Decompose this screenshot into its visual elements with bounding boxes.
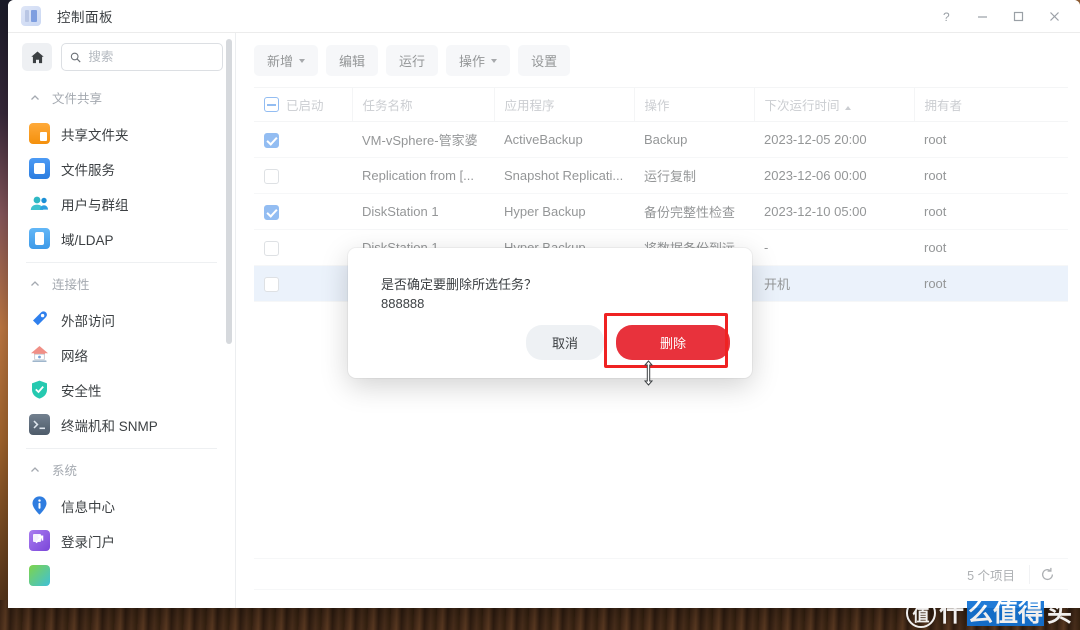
sidebar-item-users-groups[interactable]: 用户与群组 bbox=[8, 186, 235, 221]
shared-folder-icon bbox=[29, 123, 50, 144]
cancel-button[interactable]: 取消 bbox=[525, 325, 604, 360]
sidebar-item-external-access[interactable]: 外部访问 bbox=[8, 302, 235, 337]
delete-confirm-dialog: 是否确定要删除所选任务？ 888888 取消 删除 bbox=[348, 248, 752, 378]
help-icon[interactable]: ? bbox=[928, 0, 964, 32]
sidebar-item-label: 共享文件夹 bbox=[61, 127, 129, 143]
external-access-icon bbox=[29, 309, 50, 330]
network-icon bbox=[29, 344, 50, 365]
sidebar-group-file-sharing[interactable]: 文件共享 bbox=[8, 79, 235, 116]
watermark-text-b: 么值得 bbox=[966, 598, 1044, 627]
sidebar-item-label: 域/LDAP bbox=[61, 232, 114, 248]
chevron-up-icon bbox=[31, 94, 39, 100]
sidebar-item-security[interactable]: 安全性 bbox=[8, 372, 235, 407]
sidebar-group-connectivity[interactable]: 连接性 bbox=[8, 265, 235, 302]
chevron-up-icon bbox=[31, 466, 39, 472]
dialog-buttons: 取消 删除 bbox=[525, 325, 730, 360]
sidebar: 文件共享 共享文件夹 文件服务 用户与群组 域/LDAP bbox=[8, 33, 236, 608]
search-icon bbox=[70, 52, 81, 62]
home-icon[interactable] bbox=[22, 43, 52, 71]
sidebar-item-terminal-snmp[interactable]: 终端机和 SNMP bbox=[8, 407, 235, 442]
sidebar-item-info-center[interactable]: 信息中心 bbox=[8, 488, 235, 523]
sidebar-group-label: 系统 bbox=[52, 464, 78, 478]
sidebar-item-shared-folder[interactable]: 共享文件夹 bbox=[8, 116, 235, 151]
sidebar-item-label: 终端机和 SNMP bbox=[61, 418, 158, 434]
file-service-icon bbox=[29, 158, 50, 179]
watermark-logo-icon: 值 bbox=[905, 598, 936, 628]
dialog-question: 是否确定要删除所选任务？ bbox=[381, 277, 538, 292]
sidebar-item-label: 登录门户 bbox=[61, 534, 115, 550]
minimize-icon[interactable] bbox=[964, 0, 1000, 32]
cursor-vertical-resize bbox=[643, 360, 654, 386]
sidebar-item-region-options[interactable] bbox=[8, 558, 235, 593]
domain-ldap-icon bbox=[29, 228, 50, 249]
users-groups-icon bbox=[29, 193, 50, 214]
window-titlebar: 控制面板 ? bbox=[8, 0, 1080, 33]
sidebar-nav: 文件共享 共享文件夹 文件服务 用户与群组 域/LDAP 连接性 外部访问 网络… bbox=[8, 79, 235, 593]
sidebar-item-label: 文件服务 bbox=[61, 162, 115, 178]
watermark-text-a: 什 bbox=[938, 598, 964, 627]
sidebar-item-file-service[interactable]: 文件服务 bbox=[8, 151, 235, 186]
maximize-icon[interactable] bbox=[1000, 0, 1036, 32]
sidebar-item-domain-ldap[interactable]: 域/LDAP bbox=[8, 221, 235, 256]
watermark-text-c: 买 bbox=[1046, 598, 1072, 627]
chevron-up-icon bbox=[31, 280, 39, 286]
shield-icon bbox=[29, 379, 50, 400]
sidebar-item-network[interactable]: 网络 bbox=[8, 337, 235, 372]
sidebar-divider bbox=[26, 262, 217, 263]
sidebar-divider bbox=[26, 448, 217, 449]
search-box[interactable] bbox=[61, 43, 223, 71]
sidebar-search-row bbox=[8, 33, 235, 79]
sidebar-group-label: 连接性 bbox=[52, 278, 90, 292]
window-controls: ? bbox=[928, 0, 1080, 32]
control-panel-window: 控制面板 ? 搜索 文件共享 共享文件夹 文件服务 用户与群组 域/LDAP 连… bbox=[8, 0, 1080, 608]
sidebar-item-label: 信息中心 bbox=[61, 499, 115, 515]
sidebar-group-system[interactable]: 系统 bbox=[8, 451, 235, 488]
sidebar-item-label: 网络 bbox=[61, 348, 88, 364]
svg-text:?: ? bbox=[943, 10, 950, 23]
region-options-icon bbox=[29, 565, 50, 586]
sidebar-item-login-portal[interactable]: 登录门户 bbox=[8, 523, 235, 558]
close-icon[interactable] bbox=[1036, 0, 1072, 32]
site-watermark: 值 什 么值得 买 bbox=[905, 598, 1072, 628]
dialog-target-name: 888888 bbox=[381, 296, 425, 311]
delete-button[interactable]: 删除 bbox=[615, 325, 730, 360]
login-portal-icon bbox=[29, 530, 50, 551]
info-icon bbox=[29, 495, 50, 516]
search-input[interactable] bbox=[88, 50, 214, 64]
window-title: 控制面板 bbox=[57, 10, 113, 25]
sidebar-group-label: 文件共享 bbox=[52, 92, 103, 106]
terminal-icon bbox=[29, 414, 50, 435]
sidebar-item-label: 用户与群组 bbox=[61, 197, 129, 213]
control-panel-icon bbox=[21, 6, 41, 26]
sidebar-scrollbar-thumb[interactable] bbox=[226, 39, 232, 344]
sidebar-item-label: 安全性 bbox=[61, 383, 102, 399]
sidebar-item-label: 外部访问 bbox=[61, 313, 115, 329]
